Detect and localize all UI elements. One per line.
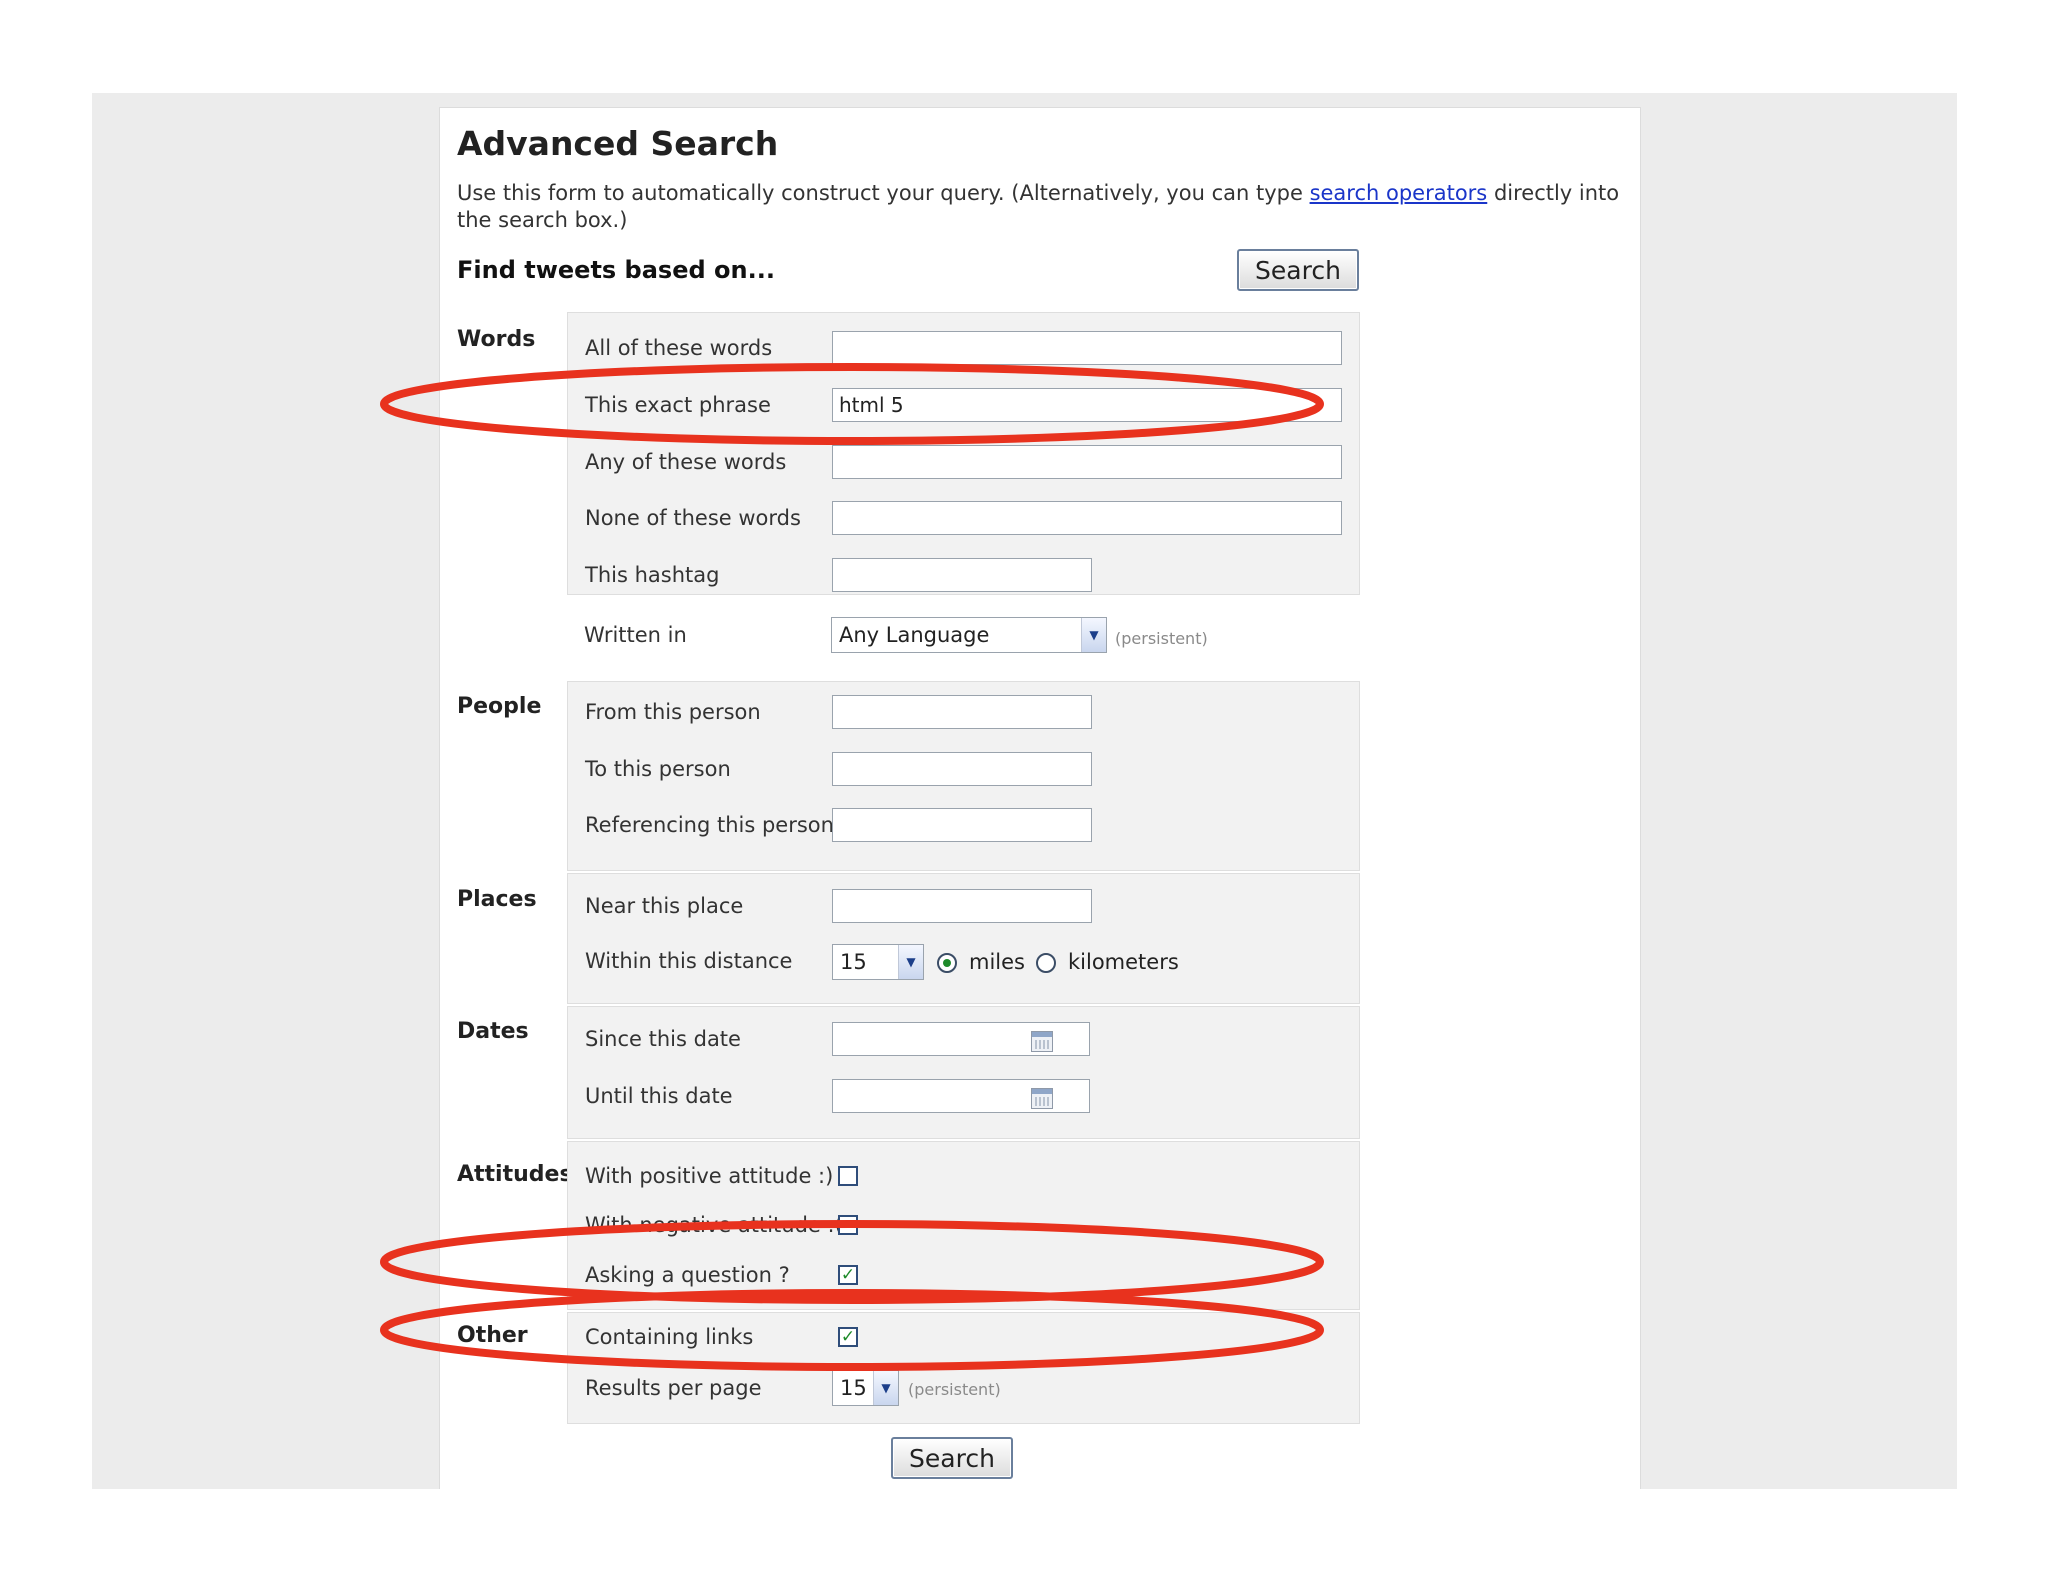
search-button-bottom[interactable]: Search	[891, 1437, 1013, 1479]
chevron-down-icon: ▼	[873, 1371, 898, 1405]
label-all-words: All of these words	[585, 336, 773, 360]
label-referencing-person: Referencing this person	[585, 813, 834, 837]
any-words-input[interactable]	[832, 445, 1342, 479]
results-per-page-value: 15	[840, 1376, 867, 1400]
distance-select-value: 15	[840, 950, 867, 974]
chevron-down-icon: ▼	[898, 945, 923, 979]
label-negative-attitude: With negative attitude :(	[585, 1213, 843, 1237]
kilometers-label: kilometers	[1068, 950, 1179, 974]
label-hashtag: This hashtag	[585, 563, 720, 587]
label-to-person: To this person	[585, 757, 731, 781]
positive-attitude-checkbox[interactable]	[838, 1166, 858, 1186]
group-label-words: Words	[457, 327, 536, 352]
section-dates: Since this date Until this date	[567, 1006, 1360, 1139]
language-persistent-note: (persistent)	[1115, 629, 1208, 648]
from-person-input[interactable]	[832, 695, 1092, 729]
results-persistent-note: (persistent)	[908, 1380, 1001, 1399]
none-words-input[interactable]	[832, 501, 1342, 535]
label-none-words: None of these words	[585, 506, 801, 530]
screenshot-area: Advanced Search Use this form to automat…	[92, 93, 1957, 1489]
label-until-date: Until this date	[585, 1084, 733, 1108]
label-within-distance: Within this distance	[585, 949, 793, 973]
distance-select[interactable]: 15 ▼	[832, 944, 924, 980]
group-label-places: Places	[457, 887, 537, 912]
search-button-top[interactable]: Search	[1237, 249, 1359, 291]
section-attitudes: With positive attitude :) With negative …	[567, 1141, 1360, 1310]
label-since-date: Since this date	[585, 1027, 741, 1051]
exact-phrase-input[interactable]	[832, 388, 1342, 422]
negative-attitude-checkbox[interactable]	[838, 1215, 858, 1235]
hashtag-input[interactable]	[832, 558, 1092, 592]
page-title: Advanced Search	[457, 124, 779, 163]
radio-selected-dot	[943, 959, 951, 967]
language-select-value: Any Language	[839, 623, 990, 647]
label-any-words: Any of these words	[585, 450, 787, 474]
calendar-icon[interactable]	[1031, 1031, 1053, 1052]
label-near-place: Near this place	[585, 894, 744, 918]
label-positive-attitude: With positive attitude :)	[585, 1164, 834, 1188]
to-person-input[interactable]	[832, 752, 1092, 786]
search-operators-link[interactable]: search operators	[1310, 181, 1488, 205]
section-words: All of these words This exact phrase Any…	[567, 312, 1360, 595]
intro-text-start: Use this form to automatically construct…	[457, 181, 1310, 205]
section-people: From this person To this person Referenc…	[567, 681, 1360, 871]
checkmark-icon: ✓	[840, 1264, 856, 1285]
language-select[interactable]: Any Language ▼	[831, 617, 1107, 653]
find-tweets-heading: Find tweets based on...	[457, 256, 775, 284]
label-results-per-page: Results per page	[585, 1376, 762, 1400]
referencing-person-input[interactable]	[832, 808, 1092, 842]
kilometers-radio[interactable]	[1036, 953, 1056, 973]
containing-links-checkbox[interactable]: ✓	[838, 1327, 858, 1347]
results-per-page-select[interactable]: 15 ▼	[832, 1370, 899, 1406]
section-places: Near this place Within this distance 15 …	[567, 873, 1360, 1004]
label-written-in: Written in	[584, 623, 687, 647]
miles-label: miles	[969, 950, 1025, 974]
label-from-person: From this person	[585, 700, 761, 724]
intro-text: Use this form to automatically construct…	[457, 180, 1632, 234]
group-label-dates: Dates	[457, 1019, 529, 1044]
label-asking-question: Asking a question ?	[585, 1263, 790, 1287]
chevron-down-icon: ▼	[1081, 618, 1106, 652]
asking-question-checkbox[interactable]: ✓	[838, 1265, 858, 1285]
group-label-other: Other	[457, 1323, 528, 1348]
advanced-search-panel: Advanced Search Use this form to automat…	[439, 107, 1641, 1489]
calendar-icon[interactable]	[1031, 1088, 1053, 1109]
miles-radio[interactable]	[937, 953, 957, 973]
checkmark-icon: ✓	[840, 1326, 856, 1347]
all-words-input[interactable]	[832, 331, 1342, 365]
near-place-input[interactable]	[832, 889, 1092, 923]
section-other: Containing links ✓ Results per page 15 ▼…	[567, 1312, 1360, 1424]
group-label-attitudes: Attitudes	[457, 1162, 573, 1187]
group-label-people: People	[457, 694, 542, 719]
label-containing-links: Containing links	[585, 1325, 754, 1349]
label-exact-phrase: This exact phrase	[585, 393, 771, 417]
